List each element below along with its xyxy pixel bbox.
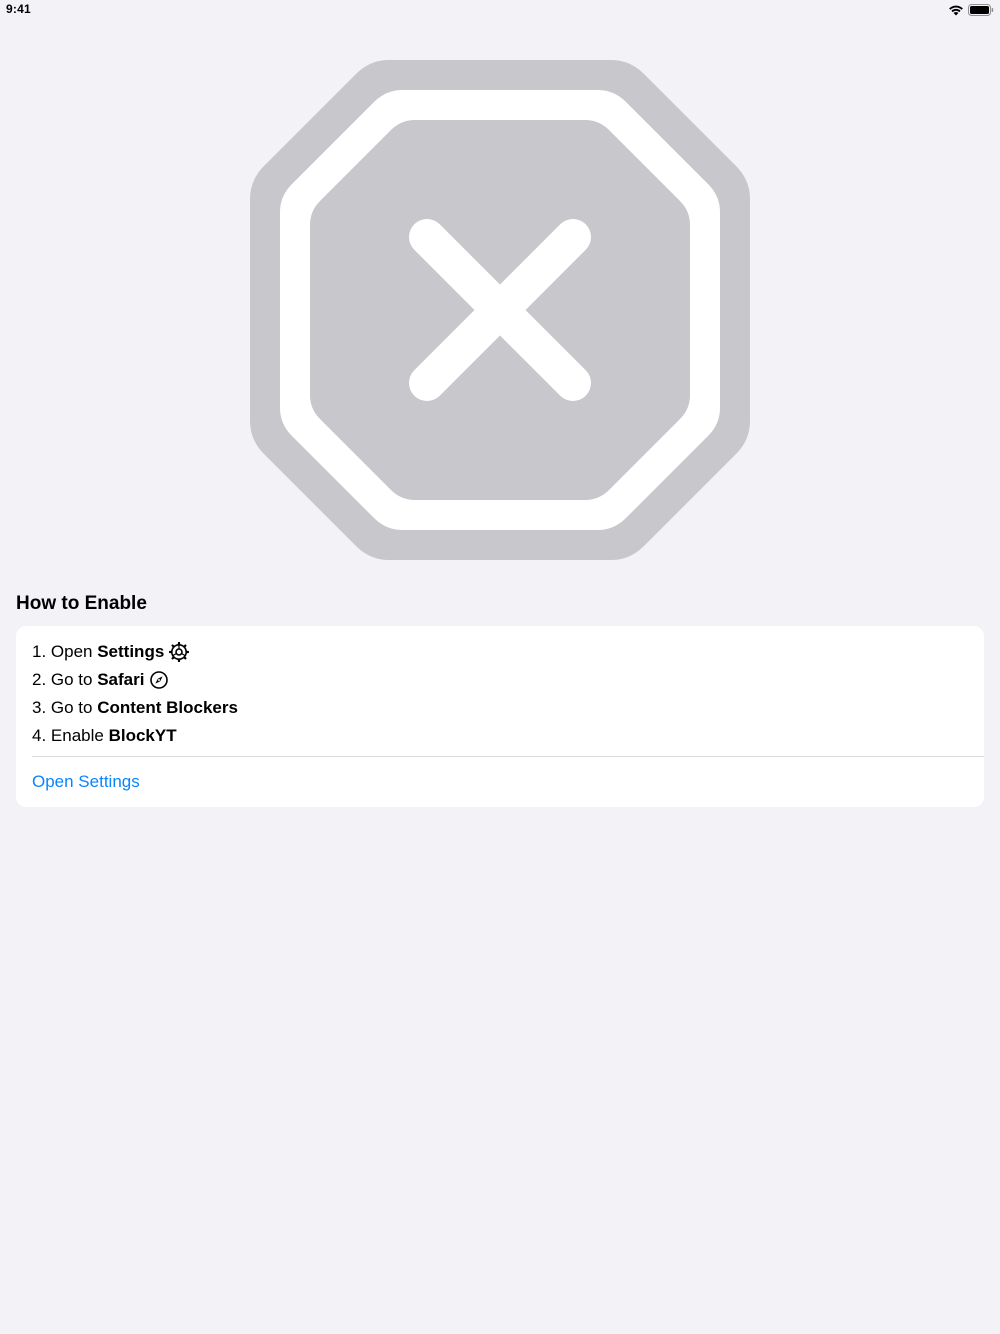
- step-4-target: BlockYT: [108, 726, 177, 745]
- step-3-prefix: 3. Go to: [32, 698, 98, 717]
- status-bar: 9:41: [0, 0, 1000, 20]
- step-3-target: Content Blockers: [97, 698, 238, 717]
- wifi-icon: [948, 3, 964, 21]
- battery-icon: [968, 3, 994, 21]
- gear-icon: [169, 642, 190, 662]
- divider: [32, 756, 984, 757]
- open-settings-button[interactable]: Open Settings: [32, 772, 140, 792]
- step-4-prefix: 4. Enable: [32, 726, 109, 745]
- step-2-target: Safari: [97, 670, 145, 689]
- status-indicators: [948, 3, 994, 21]
- step-3: 3. Go to Content Blockers: [32, 694, 238, 722]
- instructions-card: 1. Open Settings 2. Go to Safari 3. Go t…: [16, 626, 984, 807]
- steps-list: 1. Open Settings 2. Go to Safari 3. Go t…: [32, 638, 238, 750]
- step-4: 4. Enable BlockYT: [32, 722, 238, 750]
- step-1-prefix: 1. Open: [32, 642, 98, 661]
- step-2-prefix: 2. Go to: [32, 670, 98, 689]
- step-1: 1. Open Settings: [32, 638, 238, 666]
- xmark-octagon-icon: [250, 60, 750, 560]
- status-time: 9:41: [6, 2, 31, 16]
- section-title: How to Enable: [16, 593, 147, 614]
- step-1-target: Settings: [97, 642, 165, 661]
- step-2: 2. Go to Safari: [32, 666, 238, 694]
- compass-icon: [149, 670, 169, 690]
